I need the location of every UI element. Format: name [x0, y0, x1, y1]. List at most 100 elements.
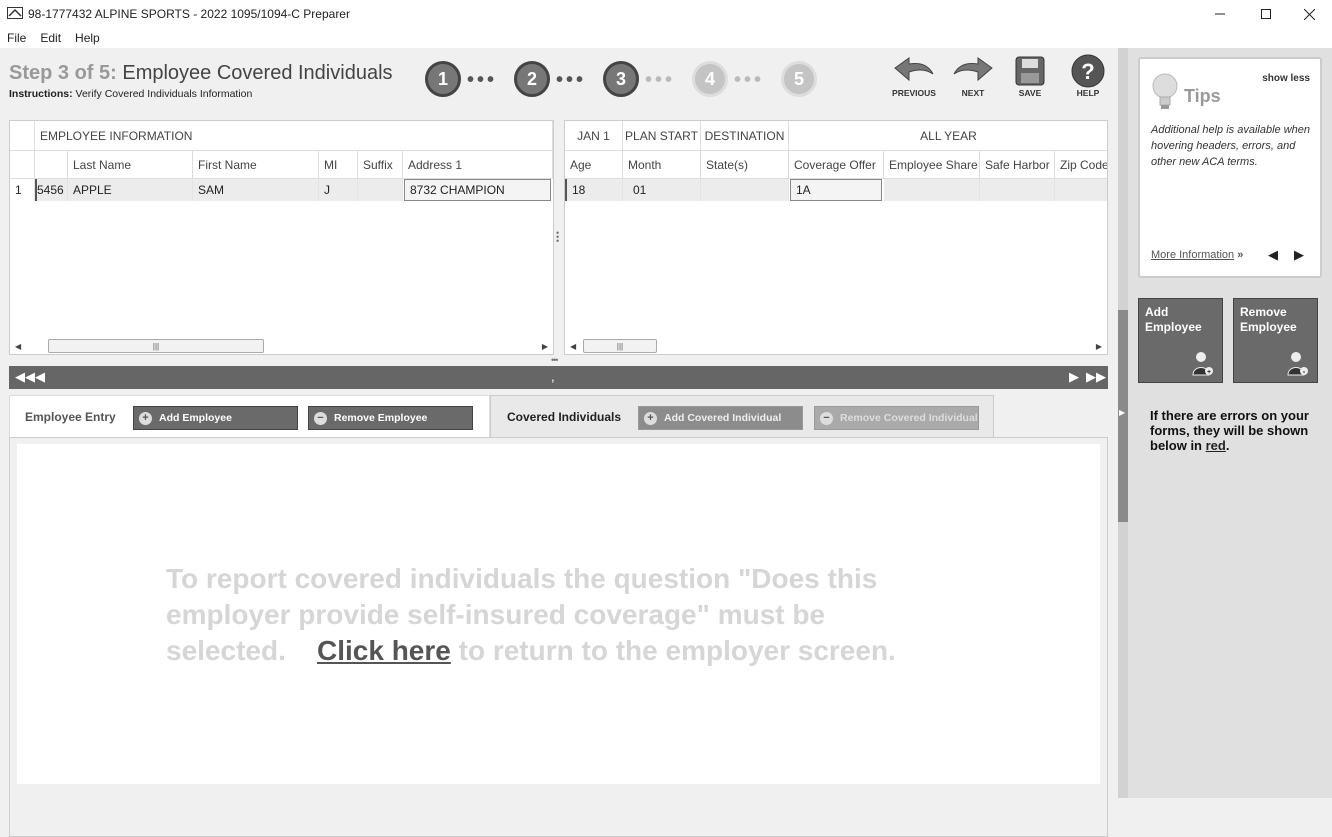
- group-header-destination[interactable]: DESTINATION: [701, 121, 789, 151]
- row-header-col: [10, 151, 35, 179]
- tips-panel: show less Tips Additional help is availa…: [1138, 57, 1322, 278]
- main-area: Step 3 of 5: Employee Covered Individual…: [0, 48, 1118, 837]
- maximize-icon: [1261, 9, 1271, 19]
- tips-text: Additional help is available when hoveri…: [1151, 124, 1310, 168]
- close-button[interactable]: [1286, 0, 1332, 28]
- cell-address1[interactable]: 8732 CHAMPION: [404, 179, 551, 201]
- scroll-left-icon[interactable]: ◀: [15, 342, 21, 351]
- more-information-link[interactable]: More Information »: [1151, 249, 1243, 261]
- step-5-indicator[interactable]: 5: [781, 61, 817, 97]
- step-1-indicator[interactable]: 1: [425, 61, 461, 97]
- scroll-left-icon[interactable]: ◀: [570, 342, 576, 351]
- instructions-text: Verify Covered Individuals Information: [75, 88, 253, 100]
- cell-ssn[interactable]: 5456: [35, 179, 68, 201]
- show-less-link[interactable]: show less: [1262, 73, 1310, 84]
- next-button[interactable]: NEXT: [946, 54, 1000, 98]
- col-header-states[interactable]: State(s): [701, 151, 789, 179]
- cell-last-name[interactable]: APPLE: [68, 179, 193, 201]
- cell-month[interactable]: 01: [623, 179, 701, 201]
- tab-covered-individuals-label[interactable]: Covered Individuals: [507, 410, 621, 424]
- help-question-icon: ?: [1071, 54, 1105, 88]
- tab-employee-entry[interactable]: Employee Entry + Add Employee − Remove E…: [9, 395, 490, 437]
- next-arrow-icon: [953, 57, 993, 82]
- sidebar-splitter-thumb[interactable]: ▶: [1118, 310, 1128, 522]
- menu-file[interactable]: File: [0, 28, 33, 48]
- help-button[interactable]: ? HELP: [1061, 54, 1115, 98]
- step-3-indicator[interactable]: 3: [603, 61, 639, 97]
- add-employee-button[interactable]: + Add Employee: [133, 406, 298, 430]
- remove-person-icon: -: [1287, 352, 1308, 376]
- group-header-all-year[interactable]: ALL YEAR: [789, 121, 1107, 151]
- step-4-indicator[interactable]: 4: [692, 61, 728, 97]
- previous-button[interactable]: PREVIOUS: [887, 54, 941, 98]
- scroll-right-icon[interactable]: ▶: [542, 342, 548, 351]
- save-button[interactable]: SAVE: [1003, 54, 1057, 98]
- sidebar-splitter[interactable]: ▶: [1118, 48, 1128, 798]
- remove-covered-individual-button[interactable]: − Remove Covered Individual: [814, 406, 979, 430]
- instructions: Instructions: Verify Covered Individuals…: [9, 88, 252, 100]
- sidebar-remove-employee-label: Remove Employee: [1240, 305, 1297, 334]
- sidebar-add-employee-button[interactable]: Add Employee +: [1138, 298, 1223, 383]
- col-header-ssn[interactable]: [35, 151, 68, 179]
- cell-first-name[interactable]: SAM: [193, 179, 319, 201]
- cell-age[interactable]: 18: [565, 179, 623, 201]
- window-title: 98-1777432 ALPINE SPORTS - 2022 1095/109…: [28, 7, 350, 21]
- col-header-address1[interactable]: Address 1: [403, 151, 553, 179]
- app-icon: [7, 7, 23, 19]
- col-header-suffix[interactable]: Suffix: [358, 151, 403, 179]
- left-grid-hscrollbar[interactable]: ◀ ||| ▶: [12, 339, 551, 353]
- next-record-icon[interactable]: ▶: [1069, 369, 1079, 385]
- row-number[interactable]: 1: [10, 179, 35, 201]
- more-information-label[interactable]: More Information: [1151, 249, 1234, 261]
- cell-mi[interactable]: J: [319, 179, 358, 201]
- error-note: If there are errors on your forms, they …: [1150, 408, 1325, 453]
- group-header-plan-start[interactable]: PLAN START: [623, 121, 701, 151]
- col-header-last-name[interactable]: Last Name: [68, 151, 193, 179]
- remove-employee-button[interactable]: − Remove Employee: [308, 406, 473, 430]
- col-header-employee-share[interactable]: Employee Share: [884, 151, 980, 179]
- scroll-right-icon[interactable]: ▶: [1096, 342, 1102, 351]
- cell-states[interactable]: [701, 179, 789, 201]
- cell-coverage-offer[interactable]: 1A: [790, 179, 882, 201]
- group-header-jan1[interactable]: JAN 1: [565, 121, 623, 151]
- grid-splitter-grip[interactable]: • • •: [556, 229, 559, 246]
- col-header-coverage-offer[interactable]: Coverage Offer: [789, 151, 884, 179]
- tip-previous-icon[interactable]: ◀: [1268, 247, 1278, 263]
- return-to-employer-link[interactable]: Click here: [317, 635, 451, 666]
- sidebar: show less Tips Additional help is availa…: [1128, 48, 1332, 798]
- step-dots: •••: [734, 69, 765, 91]
- minus-icon: −: [820, 411, 833, 425]
- col-header-first-name[interactable]: First Name: [193, 151, 319, 179]
- previous-record-icon[interactable]: ◀: [35, 369, 45, 385]
- group-header-employee-info[interactable]: EMPLOYEE INFORMATION: [35, 121, 553, 151]
- right-grid-hscrollbar[interactable]: ◀ ||| ▶: [567, 339, 1105, 353]
- cell-safe-harbor[interactable]: [980, 179, 1055, 201]
- tip-next-icon[interactable]: ▶: [1294, 247, 1304, 263]
- cell-zip-code[interactable]: [1055, 179, 1107, 201]
- scroll-thumb[interactable]: |||: [48, 339, 264, 353]
- last-record-icon[interactable]: ▶▶: [1086, 369, 1106, 385]
- col-header-safe-harbor[interactable]: Safe Harbor: [980, 151, 1055, 179]
- maximize-button[interactable]: [1243, 0, 1289, 28]
- add-covered-individual-button[interactable]: + Add Covered Individual: [638, 406, 803, 430]
- cell-suffix[interactable]: [358, 179, 403, 201]
- col-header-zip-code[interactable]: Zip Code: [1055, 151, 1107, 179]
- menu-help[interactable]: Help: [68, 28, 107, 48]
- horizontal-splitter-grip[interactable]: •••: [551, 355, 559, 365]
- plus-icon: +: [644, 411, 657, 425]
- step-2-indicator[interactable]: 2: [514, 61, 550, 97]
- col-header-mi[interactable]: MI: [319, 151, 358, 179]
- collapse-arrow-icon[interactable]: ▶: [1119, 408, 1125, 417]
- col-header-month[interactable]: Month: [623, 151, 701, 179]
- tab-covered-individuals[interactable]: Covered Individuals + Add Covered Indivi…: [490, 395, 994, 437]
- col-header-age[interactable]: Age: [565, 151, 623, 179]
- menu-edit[interactable]: Edit: [33, 28, 68, 48]
- previous-arrow-icon: [894, 57, 934, 82]
- scroll-thumb[interactable]: |||: [583, 339, 657, 353]
- first-record-icon[interactable]: ◀◀: [15, 369, 35, 385]
- sidebar-remove-employee-button[interactable]: Remove Employee -: [1233, 298, 1318, 383]
- minimize-button[interactable]: [1197, 0, 1243, 28]
- tab-employee-entry-label[interactable]: Employee Entry: [25, 410, 116, 424]
- cell-employee-share[interactable]: [884, 179, 980, 201]
- step-label: Step 3 of 5:: [9, 62, 117, 84]
